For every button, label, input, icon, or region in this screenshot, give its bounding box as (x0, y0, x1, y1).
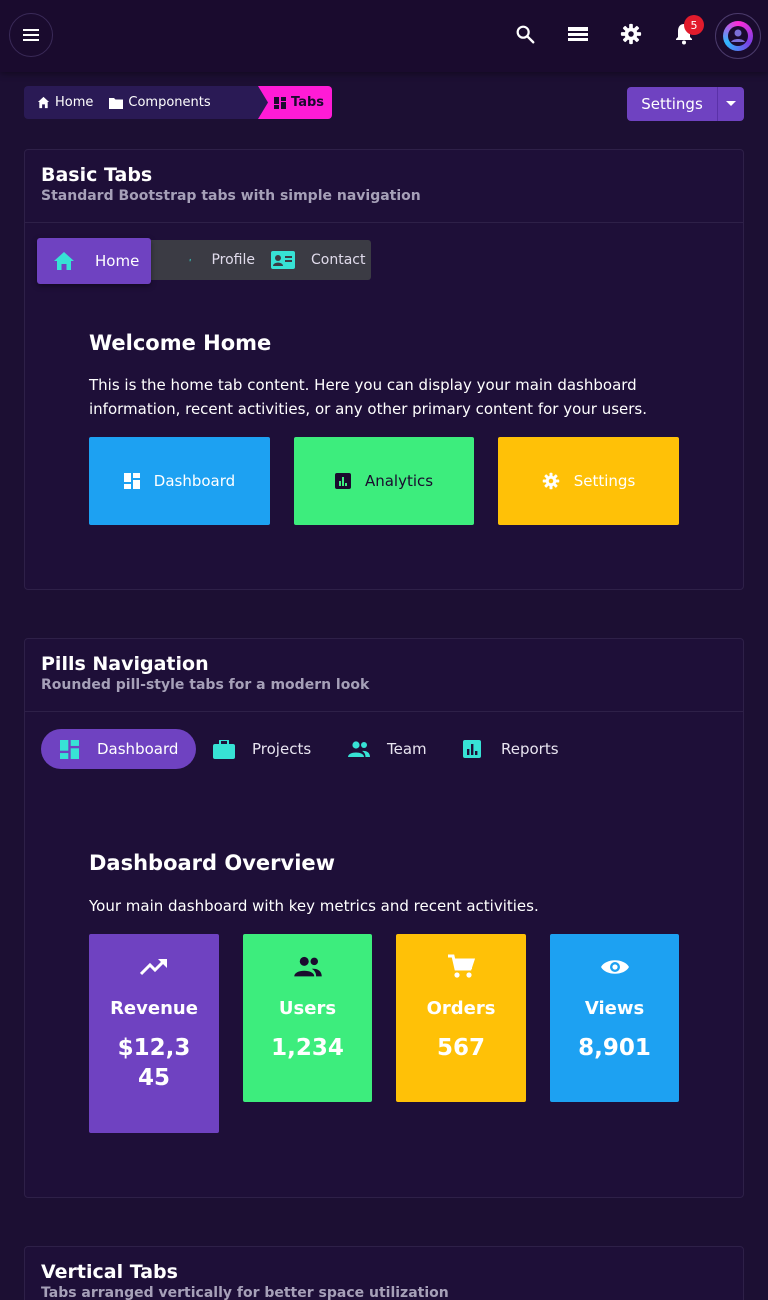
stat-label: Orders (426, 998, 496, 1019)
dashboard-icon (274, 96, 286, 109)
search-button[interactable] (513, 22, 537, 46)
list-icon (568, 27, 588, 41)
breadcrumb-label: Tabs (291, 95, 325, 110)
caret-down-icon (726, 101, 736, 106)
pane-text: Your main dashboard with key metrics and… (89, 897, 539, 915)
breadcrumb-label: Home (55, 95, 94, 110)
card-title: Basic Tabs (41, 164, 153, 186)
card-header: Vertical Tabs Tabs arranged vertically f… (25, 1247, 743, 1300)
stat-label: Revenue (110, 998, 198, 1019)
pills-navigation-card: Pills Navigation Rounded pill-style tabs… (24, 638, 744, 1198)
trending-up-icon (140, 958, 167, 976)
breadcrumb: Home Components Tabs (24, 86, 332, 119)
contact-card-icon (271, 251, 295, 269)
folder-icon (109, 97, 124, 109)
stat-card-revenue: Revenue $12,345 (89, 934, 219, 1133)
breadcrumb-tabs-active: Tabs (258, 86, 332, 119)
stat-value: $12,345 (117, 1035, 191, 1091)
user-avatar-button[interactable] (715, 13, 761, 59)
people-icon (293, 956, 322, 977)
breadcrumb-components[interactable]: Components (101, 86, 218, 119)
breadcrumb-home[interactable]: Home (24, 86, 101, 119)
tab-profile[interactable]: Profile (165, 240, 255, 280)
gear-icon (620, 23, 642, 45)
tab-label: Contact (311, 252, 366, 268)
menu-icon (23, 29, 39, 41)
pill-label: Team (387, 740, 427, 758)
briefcase-icon (213, 739, 235, 759)
card-subtitle: Standard Bootstrap tabs with simple navi… (41, 188, 421, 204)
person-icon (189, 258, 192, 262)
stat-label: Users (278, 998, 337, 1019)
notification-badge: 5 (684, 15, 704, 35)
dashboard-button[interactable]: Dashboard (89, 437, 270, 525)
pane-title: Welcome Home (89, 331, 272, 355)
pill-reports[interactable]: Reports (463, 729, 583, 769)
stat-value: 8,901 (578, 1035, 651, 1061)
pill-dashboard[interactable]: Dashboard (41, 729, 196, 769)
pane-title: Dashboard Overview (89, 851, 336, 875)
search-icon (516, 25, 535, 44)
tab-label: Profile (211, 252, 255, 268)
card-title: Vertical Tabs (41, 1261, 178, 1283)
bar-chart-icon (463, 740, 481, 758)
settings-split-button: Settings (627, 87, 744, 121)
home-icon (37, 96, 50, 109)
settings-button[interactable]: Settings (627, 95, 717, 113)
settings-dropdown-toggle[interactable] (717, 87, 744, 121)
pill-label: Projects (252, 740, 312, 758)
stat-card-orders: Orders 567 (396, 934, 526, 1102)
pill-projects[interactable]: Projects (213, 729, 331, 769)
tab-home[interactable]: Home (37, 238, 151, 284)
tab-label: Home (95, 252, 140, 270)
dashboard-icon (123, 473, 140, 489)
card-subtitle: Rounded pill-style tabs for a modern loo… (41, 677, 370, 693)
stat-card-users: Users 1,234 (243, 934, 372, 1102)
user-silhouette-icon (728, 26, 748, 46)
stat-card-views: Views 8,901 (550, 934, 679, 1102)
top-navbar: 5 (0, 0, 768, 72)
avatar (723, 21, 753, 51)
button-label: Analytics (364, 472, 434, 490)
basic-tabs-card: Basic Tabs Standard Bootstrap tabs with … (24, 149, 744, 590)
pane-text: This is the home tab content. Here you c… (89, 376, 648, 418)
people-icon (348, 740, 370, 757)
dashboard-icon (60, 739, 79, 759)
gear-icon (542, 472, 559, 490)
breadcrumb-label: Components (128, 95, 211, 110)
settings-gear-button[interactable] (619, 22, 643, 46)
home-icon (54, 252, 74, 270)
analytics-icon (334, 473, 351, 489)
basic-tab-list: Profile Contact Home (37, 238, 371, 284)
card-header: Pills Navigation Rounded pill-style tabs… (25, 639, 743, 712)
eye-icon (600, 960, 629, 974)
list-view-button[interactable] (566, 22, 590, 46)
button-label: Settings (573, 472, 636, 490)
button-label: Dashboard (153, 472, 236, 490)
settings-action-button[interactable]: Settings (498, 437, 679, 525)
card-subtitle: Tabs arranged vertically for better spac… (41, 1285, 449, 1300)
pill-team[interactable]: Team (347, 729, 453, 769)
card-title: Pills Navigation (41, 653, 209, 675)
vertical-tabs-card: Vertical Tabs Tabs arranged vertically f… (24, 1246, 744, 1300)
menu-button[interactable] (9, 13, 53, 57)
cart-icon (448, 954, 475, 978)
stat-label: Views (584, 998, 645, 1019)
stat-value: 1,234 (271, 1035, 344, 1061)
tab-contact[interactable]: Contact (255, 240, 371, 280)
pill-label: Reports (501, 740, 559, 758)
stat-value: 567 (436, 1035, 485, 1061)
pill-label: Dashboard (97, 740, 179, 758)
card-header: Basic Tabs Standard Bootstrap tabs with … (25, 150, 743, 223)
analytics-button[interactable]: Analytics (294, 437, 474, 525)
